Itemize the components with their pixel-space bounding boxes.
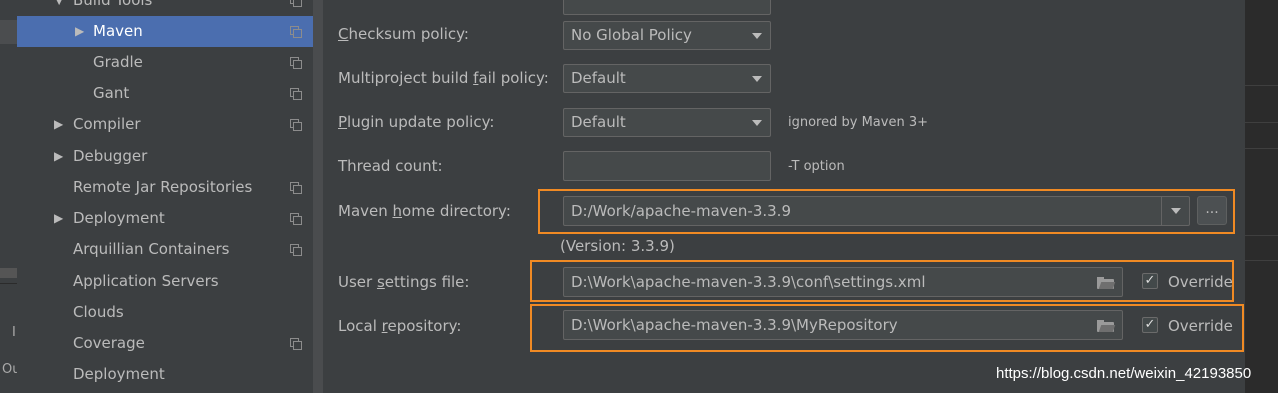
thread-count-hint: -T option [788, 159, 845, 174]
tree-item-label: Gradle [93, 53, 143, 71]
tree-item-label: Application Servers [73, 272, 219, 290]
panel-splitter[interactable] [313, 0, 323, 393]
left-edge-strip: I Ou [0, 0, 20, 393]
tree-item-label: Debugger [73, 147, 148, 165]
checksum-policy-select[interactable]: No Global Policy [563, 21, 771, 50]
plugin-update-policy-value: Default [571, 113, 626, 131]
chevron-down-icon [752, 33, 762, 39]
expand-arrow-icon[interactable]: ▶ [54, 109, 63, 140]
tree-item-gradle[interactable]: Gradle [17, 47, 313, 78]
background-divider [1245, 85, 1278, 86]
watermark-text: https://blog.csdn.net/weixin_42193850 [996, 365, 1252, 382]
top-partial-combo[interactable] [563, 0, 771, 15]
thread-count-input[interactable] [563, 151, 771, 181]
copy-icon [290, 119, 302, 131]
tree-item-label: Gant [93, 84, 130, 102]
user-settings-label: User settings file: [338, 273, 470, 291]
tree-item-label: Deployment [73, 365, 165, 383]
copy-icon [290, 244, 302, 256]
tree-item-label: Remote Jar Repositories [73, 178, 253, 196]
expand-arrow-icon[interactable]: ▶ [44, 0, 75, 5]
copy-icon [290, 26, 302, 38]
background-divider [1245, 148, 1278, 149]
tree-item-compiler[interactable]: ▶ Compiler [17, 109, 313, 140]
maven-home-highlight-box [538, 189, 1235, 234]
background-divider [1245, 235, 1278, 236]
tree-item-label: Clouds [73, 303, 124, 321]
copy-icon [290, 57, 302, 69]
plugin-update-policy-label: Plugin update policy: [338, 113, 495, 131]
tree-item-label: Arquillian Containers [73, 240, 230, 258]
copy-icon [290, 88, 302, 100]
tree-item-deployment-2[interactable]: Deployment [17, 359, 313, 390]
plugin-update-policy-hint: ignored by Maven 3+ [788, 115, 928, 130]
copy-icon [290, 338, 302, 350]
settings-tree: ▶ Build Tools ▶ Maven Gradle Gant ▶ Comp… [17, 0, 313, 393]
left-strip-highlight [0, 20, 17, 44]
user-settings-highlight-box [530, 260, 1234, 302]
expand-arrow-icon[interactable]: ▶ [75, 16, 84, 47]
multiproject-fail-policy-label: Multiproject build fail policy: [338, 69, 549, 87]
tree-item-arquillian-containers[interactable]: Arquillian Containers [17, 234, 313, 265]
tree-item-gant[interactable]: Gant [17, 78, 313, 109]
left-strip-text: I [12, 325, 16, 340]
expand-arrow-icon[interactable]: ▶ [54, 203, 63, 234]
tree-item-label: Compiler [73, 115, 141, 133]
left-strip-divider [0, 283, 17, 284]
tree-item-label: Build Tools [73, 0, 153, 9]
maven-home-label: Maven home directory: [338, 202, 511, 220]
multiproject-fail-policy-value: Default [571, 69, 626, 87]
left-strip-scrollbar[interactable] [0, 268, 17, 278]
plugin-update-policy-select[interactable]: Default [563, 108, 771, 137]
maven-version-text: (Version: 3.3.9) [560, 237, 675, 255]
chevron-down-icon [752, 76, 762, 82]
tree-item-coverage[interactable]: Coverage [17, 328, 313, 359]
tree-item-application-servers[interactable]: Application Servers [17, 266, 313, 297]
tree-item-maven[interactable]: ▶ Maven [17, 16, 313, 47]
chevron-down-icon [752, 120, 762, 126]
copy-icon [290, 213, 302, 225]
thread-count-label: Thread count: [338, 157, 443, 175]
local-repository-label: Local repository: [338, 317, 462, 335]
background-editor-area [1245, 0, 1278, 393]
background-divider [1245, 122, 1278, 123]
tree-item-label: Maven [93, 22, 143, 40]
tree-item-debugger[interactable]: ▶ Debugger [17, 141, 313, 172]
copy-icon [290, 0, 302, 7]
expand-arrow-icon[interactable]: ▶ [54, 141, 63, 172]
background-divider [1245, 260, 1278, 261]
multiproject-fail-policy-select[interactable]: Default [563, 64, 771, 93]
copy-icon [290, 182, 302, 194]
tree-item-remote-jar-repositories[interactable]: Remote Jar Repositories [17, 172, 313, 203]
tree-item-label: Coverage [73, 334, 145, 352]
checksum-policy-value: No Global Policy [571, 26, 692, 44]
tree-item-deployment[interactable]: ▶ Deployment [17, 203, 313, 234]
maven-settings-panel: Checksum policy: No Global Policy Multip… [323, 0, 1245, 393]
checksum-policy-label: Checksum policy: [338, 25, 469, 43]
tree-item-build-tools[interactable]: ▶ Build Tools [17, 0, 313, 16]
tree-item-clouds[interactable]: Clouds [17, 297, 313, 328]
local-repository-highlight-box [530, 304, 1244, 352]
tree-item-label: Deployment [73, 209, 165, 227]
